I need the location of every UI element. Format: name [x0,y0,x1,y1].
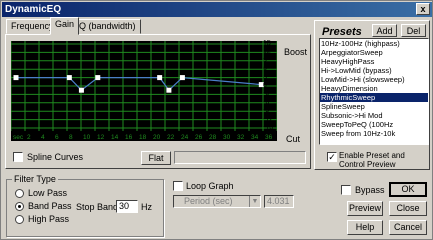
preset-list-item[interactable]: Sweep from 10Hz-10k [320,129,428,138]
db-tick-label: -9 [263,107,270,115]
enable-preset-label: Enable Preset and Control Preview [339,151,405,169]
x-tick-label: 10 [83,134,91,141]
stop-band-label: Stop Band [76,202,119,212]
boost-label: Boost [284,47,308,57]
graph-status-field [174,151,306,164]
preset-list-item[interactable]: HeavyDimension [320,84,428,93]
envelope-handle[interactable] [179,75,185,81]
envelope-handle[interactable] [166,87,172,93]
x-tick-label: 28 [209,134,217,141]
x-tick-label: 4 [41,134,45,141]
preset-list-item[interactable]: SplineSweep [320,102,428,111]
db-tick-label: 3 [263,73,267,81]
x-tick-label: 8 [69,134,73,141]
x-tick-label: 24 [181,134,189,141]
x-tick-label: 26 [195,134,203,141]
preset-list-item[interactable]: LowMid->Hi (slowsweep) [320,75,428,84]
close-button[interactable]: x [416,3,430,15]
low-pass-label: Low Pass [28,188,68,198]
gain-envelope-graph[interactable]: sec 2 4 6 8 10 12 14 16 18 20 22 24 26 28 30 32 34 36 [11,41,277,141]
db-tick-label: 12 [263,48,271,56]
db-tick-label: -15 [263,124,274,131]
x-tick-label: 16 [125,134,133,141]
graph-background [11,41,277,141]
x-tick-label: 2 [27,134,31,141]
preset-list-item[interactable]: SweepToPeQ (100Hz [320,120,428,129]
add-preset-button[interactable]: Add [372,24,397,37]
cut-label: Cut [286,134,301,144]
x-tick-label: 36 [265,134,273,141]
band-pass-radio[interactable] [15,202,24,211]
cancel-button[interactable]: Cancel [389,220,427,235]
chevron-down-icon: ▼ [249,196,260,207]
spline-curves-label: Spline Curves [27,152,84,162]
db-tick-label: -3 [263,90,270,98]
enable-preset-checkbox[interactable]: ✓ [327,152,337,162]
x-tick-label: 18 [139,134,147,141]
title-bar: DynamicEQ x [2,2,432,17]
envelope-handle[interactable] [13,75,19,81]
preset-list-item[interactable]: Hi->LowMid (bypass) [320,66,428,75]
loop-graph-label: Loop Graph [186,181,234,191]
stop-band-unit: Hz [141,202,152,212]
envelope-handle[interactable] [66,75,72,81]
filter-type-label: Filter Type [12,174,58,184]
period-dropdown-label: Period (sec) [184,196,233,206]
x-tick-label: 14 [111,134,119,141]
bypass-checkbox[interactable] [341,185,351,195]
tab-q-bandwidth[interactable]: Q (bandwidth) [74,19,141,34]
high-pass-radio[interactable] [15,215,24,224]
x-tick-label: 6 [55,134,59,141]
high-pass-label: High Pass [28,214,70,224]
preset-list-item[interactable]: HeavyHighPass [320,57,428,66]
stop-band-input[interactable]: 30 [116,200,138,213]
preview-button[interactable]: Preview [347,201,383,216]
ok-button[interactable]: OK [389,182,427,197]
tab-gain[interactable]: Gain [50,17,80,35]
db-tick-label: 15 [263,40,271,47]
loop-graph-checkbox[interactable] [173,181,183,191]
x-tick-label: 12 [97,134,105,141]
low-pass-radio[interactable] [15,189,24,198]
preset-list-item[interactable]: ArpeggiatorSweep [320,48,428,57]
delete-preset-button[interactable]: Del [401,24,426,37]
db-tick-label: 6 [263,65,267,73]
x-tick-label: 22 [167,134,175,141]
period-value-field[interactable]: 4.031 [264,195,294,208]
x-tick-label: sec [13,134,24,141]
band-pass-label: Band Pass [28,201,72,211]
flat-button[interactable]: Flat [141,151,171,165]
envelope-handle[interactable] [95,75,101,81]
preset-list-item[interactable]: Subsonic->Hi Mod [320,111,428,120]
presets-list[interactable]: 10Hz-100Hz (highpass) ArpeggiatorSweep Hea… [319,38,429,145]
spline-curves-checkbox[interactable] [13,152,23,162]
help-button[interactable]: Help [347,220,383,235]
db-tick-label: 0 [263,82,267,89]
preset-list-item[interactable]: 10Hz-100Hz (highpass) [320,39,428,48]
envelope-handle[interactable] [78,87,84,93]
envelope-handle[interactable] [157,75,163,81]
db-tick-label: -6 [263,98,270,106]
presets-title: Presets [322,26,362,38]
window-title: DynamicEQ [5,4,62,15]
close-dialog-button[interactable]: Close [389,201,427,216]
x-tick-label: 30 [223,134,231,141]
db-tick-label: 9 [263,56,267,64]
preset-list-item[interactable]: RhythmicSweep [320,93,428,102]
db-tick-label: -12 [263,115,274,123]
bypass-label: Bypass [355,185,385,195]
x-tick-label: 20 [153,134,161,141]
x-tick-label: 32 [237,134,245,141]
dynamiceq-window: DynamicEQ x Frequency Gain Q (bandwidth)… [0,0,433,240]
period-dropdown[interactable]: Period (sec) ▼ [173,195,261,208]
x-tick-label: 34 [251,134,259,141]
